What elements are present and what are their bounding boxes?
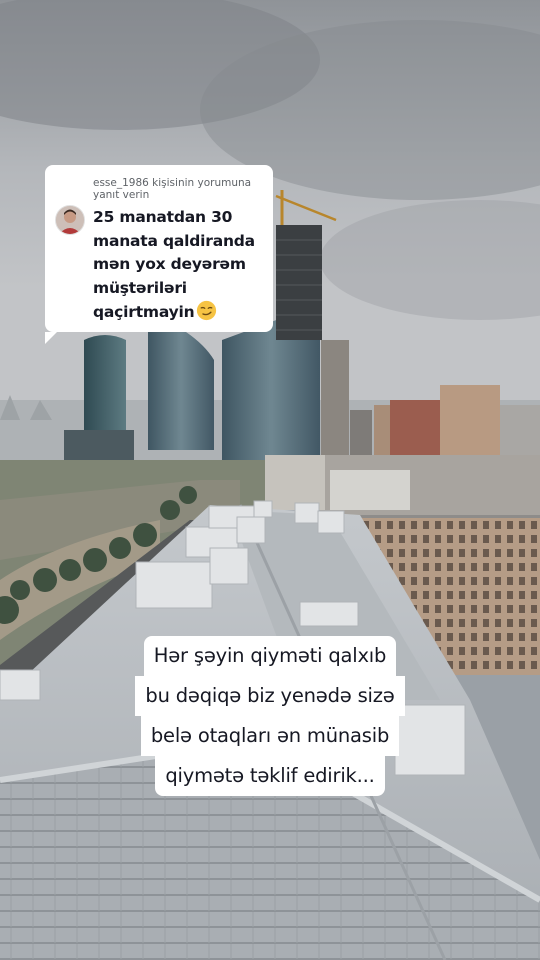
bubble-tail [45,332,57,344]
reply-comment-bubble[interactable]: esse_1986 kişisinin yorumuna yanıt verin… [45,165,273,344]
caption-line: belə otaqları ən münasib [140,716,400,756]
video-frame[interactable]: esse_1986 kişisinin yorumuna yanıt verin… [0,0,540,960]
smirking-face-emoji-icon [196,300,216,321]
commenter-avatar[interactable] [55,205,85,235]
caption-line: bu dəqiqə biz yenədə sizə [135,676,405,716]
reply-line: müştəriləri [93,278,187,297]
caption-line: Hər şəyin qiyməti qalxıb [143,636,397,676]
reply-line: mən yox deyərəm [93,255,246,273]
reply-comment-text: 25 manatdan 30 manata qaldiranda mən yox… [93,206,263,325]
reply-header: esse_1986 kişisinin yorumuna yanıt verin [93,177,252,201]
reply-line: manata qaldiranda [93,231,255,250]
caption-line: qiymətə təklif edirik... [155,756,385,796]
video-caption: Hər şəyin qiyməti qalxıb bu dəqiqə biz y… [0,636,540,796]
reply-line: 25 manatdan 30 [93,208,233,226]
video-background-scene [0,0,540,960]
reply-line: qaçirtmayin [93,303,195,321]
